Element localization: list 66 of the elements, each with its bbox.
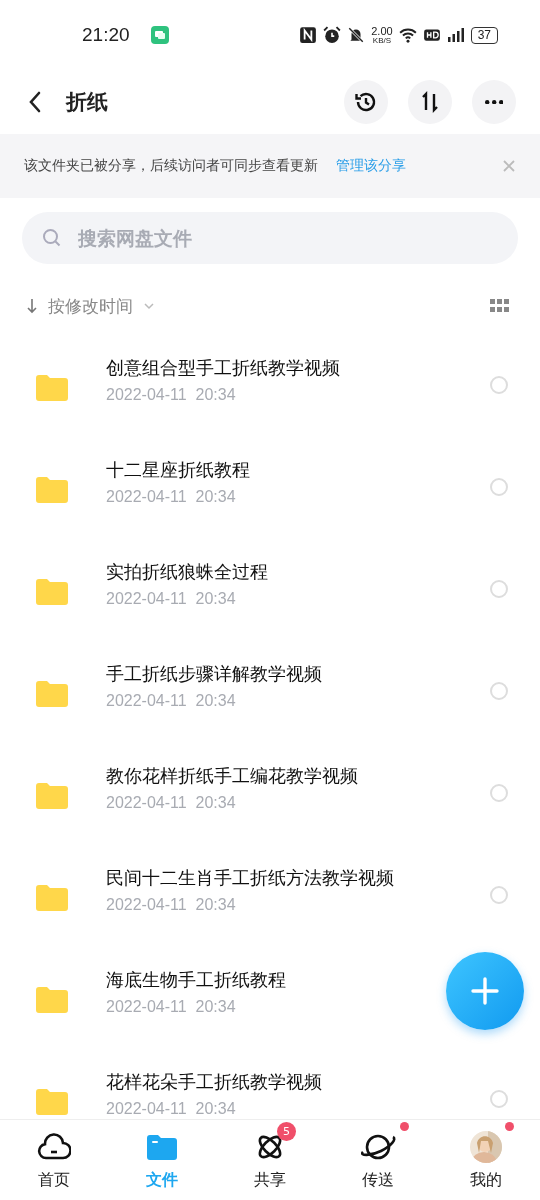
search-icon	[42, 228, 62, 248]
folder-icon	[36, 681, 68, 707]
nav-tab[interactable]: 首页	[0, 1120, 108, 1200]
folder-icon	[147, 1133, 177, 1160]
sort-dropdown[interactable]: 按修改时间	[26, 294, 155, 318]
more-button[interactable]	[472, 80, 516, 124]
modified-date: 2022-04-11 20:34	[106, 896, 236, 914]
select-checkbox[interactable]	[490, 376, 508, 394]
modified-date: 2022-04-11 20:34	[106, 1100, 236, 1118]
select-checkbox[interactable]	[490, 478, 508, 496]
modified-date: 2022-04-11 20:34	[106, 590, 236, 608]
folder-icon	[36, 579, 68, 605]
battery-indicator: 37	[470, 26, 498, 44]
more-icon	[484, 99, 504, 105]
folder-icon	[36, 1089, 68, 1115]
caret-icon	[143, 302, 155, 310]
signal-icon	[446, 26, 465, 44]
cloud-icon	[37, 1132, 71, 1161]
close-icon[interactable]	[502, 159, 516, 173]
nav-tab[interactable]: 我的	[432, 1120, 540, 1200]
select-checkbox[interactable]	[490, 580, 508, 598]
folder-title: 折纸	[66, 89, 108, 116]
down-arrow-icon	[26, 298, 38, 314]
folder-icon	[36, 783, 68, 809]
grid-view-icon[interactable]	[490, 299, 510, 313]
folder-name[interactable]: 教你花样折纸手工编花教学视频	[106, 764, 358, 788]
modified-date: 2022-04-11 20:34	[106, 794, 236, 812]
modified-date: 2022-04-11 20:34	[106, 692, 236, 710]
folder-icon	[36, 885, 68, 911]
nfc-icon	[299, 26, 318, 44]
history-button[interactable]	[344, 80, 388, 124]
back-icon[interactable]	[28, 91, 42, 113]
search-field[interactable]: 搜索网盘文件	[76, 211, 498, 265]
folder-name[interactable]: 十二星座折纸教程	[106, 458, 250, 482]
folder-name[interactable]: 创意组合型手工折纸教学视频	[106, 356, 340, 380]
sort-toggle-button[interactable]	[408, 80, 452, 124]
wifi-icon	[398, 26, 417, 44]
folder-name[interactable]: 手工折纸步骤详解教学视频	[106, 662, 322, 686]
folder-name[interactable]: 花样花朵手工折纸教学视频	[106, 1070, 322, 1094]
add-button[interactable]	[446, 952, 524, 1030]
modified-date: 2022-04-11 20:34	[106, 998, 236, 1016]
alarm-icon	[323, 26, 342, 44]
folder-icon	[36, 375, 68, 401]
chat-app-icon	[149, 25, 170, 45]
nav-tab[interactable]: 5 共享	[216, 1120, 324, 1200]
folder-name[interactable]: 民间十二生肖手工折纸方法教学视频	[106, 866, 394, 890]
folder-icon	[36, 987, 68, 1013]
select-checkbox[interactable]	[490, 1090, 508, 1108]
nav-tab[interactable]: 传送	[324, 1120, 432, 1200]
modified-date: 2022-04-11 20:34	[106, 386, 236, 404]
modified-date: 2022-04-11 20:34	[106, 488, 236, 506]
select-checkbox[interactable]	[490, 682, 508, 700]
share-notice: 该文件夹已被分享，后续访问者可同步查看更新	[24, 157, 318, 175]
network-speed: 2.00 KB/S	[371, 25, 393, 45]
folder-name[interactable]: 实拍折纸狼蛛全过程	[106, 560, 268, 584]
select-checkbox[interactable]	[490, 886, 508, 904]
folder-name[interactable]: 海底生物手工折纸教程	[106, 968, 286, 992]
search-bar[interactable]: 搜索网盘文件	[22, 212, 518, 264]
status-time: 21:20	[82, 24, 130, 46]
notification-badge: 5	[277, 1121, 296, 1141]
hd-icon	[422, 26, 441, 44]
folder-icon	[36, 477, 68, 503]
plus-icon	[470, 976, 500, 1006]
select-checkbox[interactable]	[490, 784, 508, 802]
mute-bell-icon	[347, 26, 366, 44]
history-icon	[354, 90, 378, 114]
